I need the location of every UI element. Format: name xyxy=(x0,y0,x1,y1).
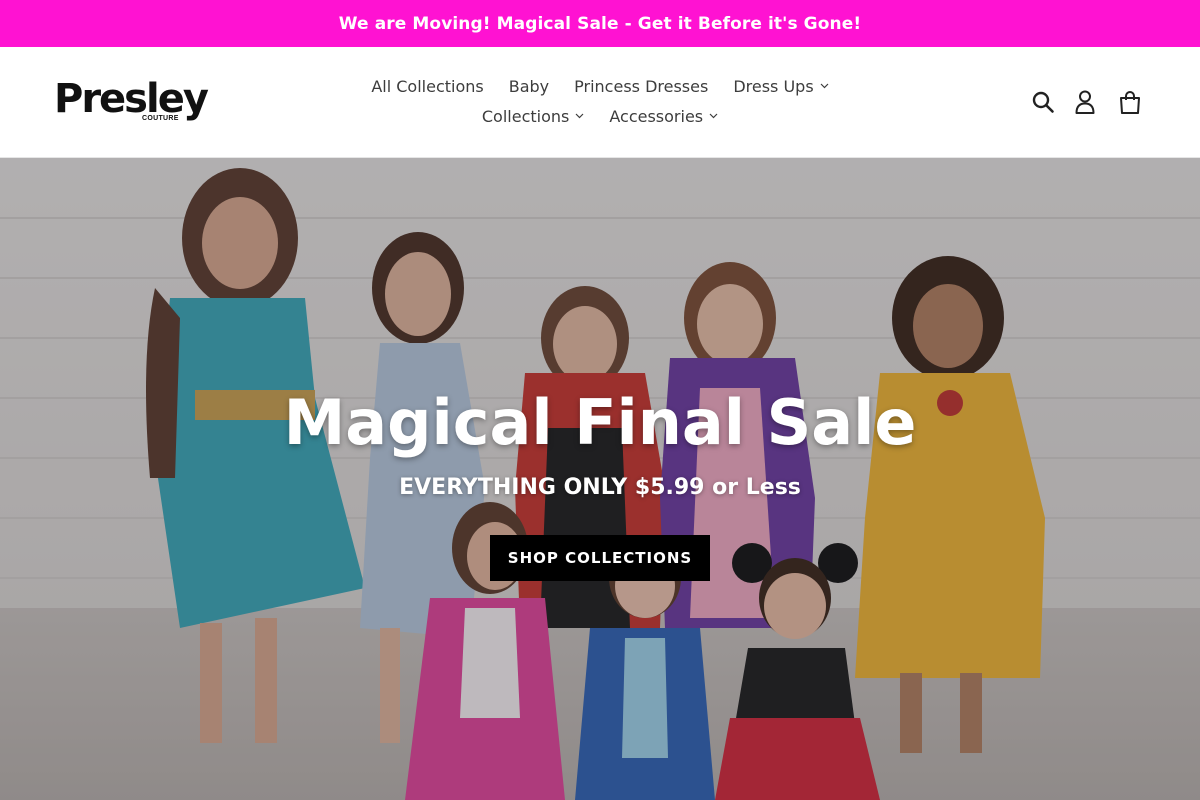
chevron-down-icon xyxy=(709,113,718,119)
nav-item-label: Baby xyxy=(508,76,550,96)
brand-tagline: COUTURE xyxy=(142,115,179,122)
main-nav: All Collections Baby Princess Dresses Dr… xyxy=(330,71,870,131)
hero-banner: Magical Final Sale EVERYTHING ONLY $5.99… xyxy=(0,158,1200,800)
search-icon[interactable] xyxy=(1028,87,1058,117)
nav-item-all-collections[interactable]: All Collections xyxy=(371,77,483,96)
nav-row-1: All Collections Baby Princess Dresses Dr… xyxy=(330,71,870,101)
chevron-down-icon xyxy=(820,83,829,89)
announcement-bar[interactable]: We are Moving! Magical Sale - Get it Bef… xyxy=(0,0,1200,47)
chevron-down-icon xyxy=(575,113,584,119)
account-icon[interactable] xyxy=(1070,87,1100,117)
nav-item-label: Princess Dresses xyxy=(574,76,709,96)
nav-item-label: All Collections xyxy=(371,76,484,96)
site-header: Presley COUTURE All Collections Baby Pri… xyxy=(0,47,1200,158)
announcement-text: We are Moving! Magical Sale - Get it Bef… xyxy=(338,13,862,34)
nav-item-accessories[interactable]: Accessories xyxy=(609,107,718,126)
hero-subtitle: EVERYTHING ONLY $5.99 or Less xyxy=(399,475,801,500)
nav-item-label: Collections xyxy=(481,106,570,126)
shop-collections-button[interactable]: SHOP COLLECTIONS xyxy=(490,535,710,581)
nav-item-label: Accessories xyxy=(609,106,704,126)
nav-item-dress-ups[interactable]: Dress Ups xyxy=(733,76,829,96)
nav-item-baby[interactable]: Baby xyxy=(509,77,549,96)
nav-item-princess-dresses[interactable]: Princess Dresses xyxy=(574,77,708,96)
brand-logo[interactable]: Presley COUTURE xyxy=(54,77,214,127)
brand-name: Presley xyxy=(54,76,209,122)
nav-item-label: Dress Ups xyxy=(733,76,814,96)
nav-row-2: Collections Accessories xyxy=(330,101,870,131)
nav-item-collections[interactable]: Collections xyxy=(482,107,584,126)
cart-icon[interactable] xyxy=(1115,87,1145,117)
hero-title: Magical Final Sale xyxy=(283,386,917,459)
